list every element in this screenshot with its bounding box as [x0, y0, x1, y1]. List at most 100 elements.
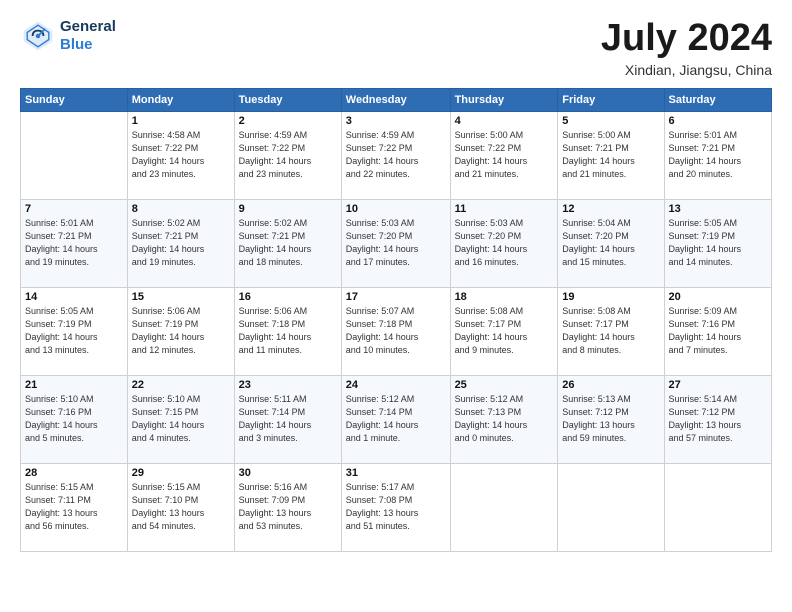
day-info: Sunrise: 4:59 AM Sunset: 7:22 PM Dayligh… — [346, 129, 446, 181]
calendar-cell — [450, 463, 558, 551]
calendar-cell: 11 Sunrise: 5:03 AM Sunset: 7:20 PM Dayli… — [450, 199, 558, 287]
calendar-cell: 31 Sunrise: 5:17 AM Sunset: 7:08 PM Dayli… — [341, 463, 450, 551]
page: General Blue July 2024 Xindian, Jiangsu,… — [0, 0, 792, 612]
day-number: 1 — [132, 115, 230, 127]
month-title: July 2024 — [601, 18, 772, 60]
day-info: Sunrise: 5:06 AM Sunset: 7:19 PM Dayligh… — [132, 305, 230, 357]
calendar-cell: 16 Sunrise: 5:06 AM Sunset: 7:18 PM Dayli… — [234, 287, 341, 375]
calendar-cell: 14Sunrise: 5:05 AM Sunset: 7:19 PM Dayli… — [21, 287, 128, 375]
day-number: 15 — [132, 291, 230, 303]
day-number: 22 — [132, 379, 230, 391]
day-info: Sunrise: 5:15 AM Sunset: 7:11 PM Dayligh… — [25, 481, 123, 533]
calendar-header-thursday: Thursday — [450, 88, 558, 111]
title-area: July 2024 Xindian, Jiangsu, China — [601, 18, 772, 78]
day-info: Sunrise: 5:12 AM Sunset: 7:14 PM Dayligh… — [346, 393, 446, 445]
calendar-cell: 3 Sunrise: 4:59 AM Sunset: 7:22 PM Daylig… — [341, 111, 450, 199]
calendar-cell: 23Sunrise: 5:11 AM Sunset: 7:14 PM Dayli… — [234, 375, 341, 463]
day-info: Sunrise: 5:05 AM Sunset: 7:19 PM Dayligh… — [669, 217, 767, 269]
calendar-cell: 17 Sunrise: 5:07 AM Sunset: 7:18 PM Dayli… — [341, 287, 450, 375]
day-info: Sunrise: 5:11 AM Sunset: 7:14 PM Dayligh… — [239, 393, 337, 445]
calendar-cell: 8Sunrise: 5:02 AM Sunset: 7:21 PM Daylig… — [127, 199, 234, 287]
calendar-week-5: 28 Sunrise: 5:15 AM Sunset: 7:11 PM Dayli… — [21, 463, 772, 551]
day-number: 24 — [346, 379, 446, 391]
day-number: 3 — [346, 115, 446, 127]
calendar-header-friday: Friday — [558, 88, 664, 111]
calendar-week-2: 7Sunrise: 5:01 AM Sunset: 7:21 PM Daylig… — [21, 199, 772, 287]
day-number: 16 — [239, 291, 337, 303]
day-number: 31 — [346, 467, 446, 479]
day-number: 28 — [25, 467, 123, 479]
calendar-cell: 15 Sunrise: 5:06 AM Sunset: 7:19 PM Dayli… — [127, 287, 234, 375]
calendar-cell: 12 Sunrise: 5:04 AM Sunset: 7:20 PM Dayli… — [558, 199, 664, 287]
day-number: 18 — [455, 291, 554, 303]
logo-blue-line: Blue — [60, 36, 116, 54]
calendar-header-sunday: Sunday — [21, 88, 128, 111]
day-info: Sunrise: 5:09 AM Sunset: 7:16 PM Dayligh… — [669, 305, 767, 357]
day-number: 29 — [132, 467, 230, 479]
logo: General Blue — [20, 18, 116, 54]
calendar-cell: 13 Sunrise: 5:05 AM Sunset: 7:19 PM Dayli… — [664, 199, 771, 287]
day-number: 10 — [346, 203, 446, 215]
day-info: Sunrise: 5:12 AM Sunset: 7:13 PM Dayligh… — [455, 393, 554, 445]
calendar-cell: 2Sunrise: 4:59 AM Sunset: 7:22 PM Daylig… — [234, 111, 341, 199]
day-number: 4 — [455, 115, 554, 127]
calendar-week-3: 14Sunrise: 5:05 AM Sunset: 7:19 PM Dayli… — [21, 287, 772, 375]
day-number: 26 — [562, 379, 659, 391]
day-info: Sunrise: 5:15 AM Sunset: 7:10 PM Dayligh… — [132, 481, 230, 533]
header: General Blue July 2024 Xindian, Jiangsu,… — [20, 18, 772, 78]
day-number: 11 — [455, 203, 554, 215]
day-number: 6 — [669, 115, 767, 127]
day-number: 27 — [669, 379, 767, 391]
day-number: 13 — [669, 203, 767, 215]
calendar-header-wednesday: Wednesday — [341, 88, 450, 111]
calendar-header-saturday: Saturday — [664, 88, 771, 111]
day-number: 7 — [25, 203, 123, 215]
day-info: Sunrise: 5:03 AM Sunset: 7:20 PM Dayligh… — [346, 217, 446, 269]
calendar-cell: 27 Sunrise: 5:14 AM Sunset: 7:12 PM Dayli… — [664, 375, 771, 463]
calendar-cell: 1 Sunrise: 4:58 AM Sunset: 7:22 PM Daylig… — [127, 111, 234, 199]
calendar-cell — [558, 463, 664, 551]
day-number: 17 — [346, 291, 446, 303]
calendar-cell: 7Sunrise: 5:01 AM Sunset: 7:21 PM Daylig… — [21, 199, 128, 287]
day-number: 12 — [562, 203, 659, 215]
calendar-cell — [21, 111, 128, 199]
day-info: Sunrise: 4:58 AM Sunset: 7:22 PM Dayligh… — [132, 129, 230, 181]
day-info: Sunrise: 5:00 AM Sunset: 7:22 PM Dayligh… — [455, 129, 554, 181]
calendar-cell: 19Sunrise: 5:08 AM Sunset: 7:17 PM Dayli… — [558, 287, 664, 375]
calendar-cell: 24 Sunrise: 5:12 AM Sunset: 7:14 PM Dayli… — [341, 375, 450, 463]
day-info: Sunrise: 5:03 AM Sunset: 7:20 PM Dayligh… — [455, 217, 554, 269]
day-number: 8 — [132, 203, 230, 215]
logo-text: General Blue — [60, 18, 116, 54]
calendar-header-monday: Monday — [127, 88, 234, 111]
day-number: 5 — [562, 115, 659, 127]
day-info: Sunrise: 5:00 AM Sunset: 7:21 PM Dayligh… — [562, 129, 659, 181]
day-info: Sunrise: 5:08 AM Sunset: 7:17 PM Dayligh… — [455, 305, 554, 357]
calendar-cell: 21 Sunrise: 5:10 AM Sunset: 7:16 PM Dayli… — [21, 375, 128, 463]
calendar-cell: 26 Sunrise: 5:13 AM Sunset: 7:12 PM Dayli… — [558, 375, 664, 463]
day-number: 9 — [239, 203, 337, 215]
day-number: 21 — [25, 379, 123, 391]
calendar-cell: 18 Sunrise: 5:08 AM Sunset: 7:17 PM Dayli… — [450, 287, 558, 375]
day-info: Sunrise: 5:14 AM Sunset: 7:12 PM Dayligh… — [669, 393, 767, 445]
logo-icon — [20, 18, 56, 54]
day-number: 25 — [455, 379, 554, 391]
calendar-cell: 28 Sunrise: 5:15 AM Sunset: 7:11 PM Dayli… — [21, 463, 128, 551]
day-info: Sunrise: 4:59 AM Sunset: 7:22 PM Dayligh… — [239, 129, 337, 181]
calendar-cell: 9Sunrise: 5:02 AM Sunset: 7:21 PM Daylig… — [234, 199, 341, 287]
location: Xindian, Jiangsu, China — [601, 62, 772, 78]
day-info: Sunrise: 5:07 AM Sunset: 7:18 PM Dayligh… — [346, 305, 446, 357]
day-info: Sunrise: 5:17 AM Sunset: 7:08 PM Dayligh… — [346, 481, 446, 533]
day-info: Sunrise: 5:01 AM Sunset: 7:21 PM Dayligh… — [669, 129, 767, 181]
calendar-cell: 4 Sunrise: 5:00 AM Sunset: 7:22 PM Daylig… — [450, 111, 558, 199]
calendar-week-4: 21 Sunrise: 5:10 AM Sunset: 7:16 PM Dayli… — [21, 375, 772, 463]
day-info: Sunrise: 5:13 AM Sunset: 7:12 PM Dayligh… — [562, 393, 659, 445]
calendar-cell — [664, 463, 771, 551]
day-info: Sunrise: 5:04 AM Sunset: 7:20 PM Dayligh… — [562, 217, 659, 269]
calendar-table: SundayMondayTuesdayWednesdayThursdayFrid… — [20, 88, 772, 552]
calendar-cell: 30Sunrise: 5:16 AM Sunset: 7:09 PM Dayli… — [234, 463, 341, 551]
calendar-cell: 10 Sunrise: 5:03 AM Sunset: 7:20 PM Dayli… — [341, 199, 450, 287]
day-info: Sunrise: 5:06 AM Sunset: 7:18 PM Dayligh… — [239, 305, 337, 357]
logo-general: General — [60, 18, 116, 35]
day-number: 30 — [239, 467, 337, 479]
day-info: Sunrise: 5:10 AM Sunset: 7:16 PM Dayligh… — [25, 393, 123, 445]
